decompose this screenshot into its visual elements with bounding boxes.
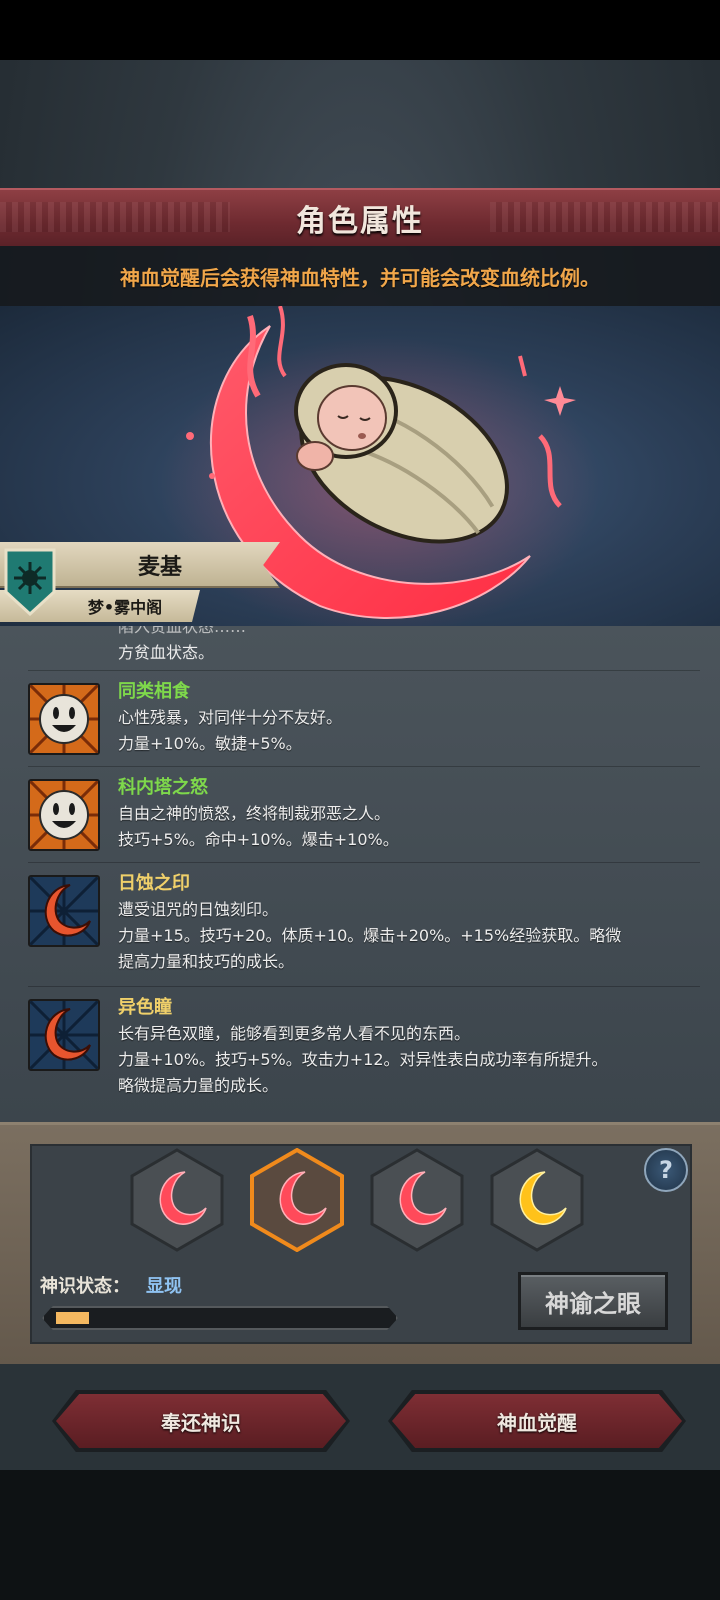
trait-item[interactable]: 同类相食 心性残暴，对同伴十分不友好。 力量+10%。敏捷+5%。 (28, 670, 700, 766)
trait-item[interactable]: 异色瞳 长有异色双瞳，能够看到更多常人看不见的东西。 力量+10%。技巧+5%。… (28, 986, 700, 1122)
divine-status-label: 神识状态： (40, 1276, 130, 1297)
trait-effect: 提高力量和技巧的成长。 (118, 952, 295, 971)
red-crescent-icon (28, 875, 100, 947)
trait-description: 长有异色双瞳，能够看到更多常人看不见的东西。 (118, 1024, 471, 1043)
trait-name: 科内塔之怒 (118, 777, 208, 798)
divine-progress-fill (56, 1312, 89, 1324)
red-crescent-rune-slot[interactable] (370, 1148, 464, 1252)
divine-progress-bar (42, 1306, 398, 1330)
faction-emblem-icon (4, 548, 56, 616)
oracle-eye-button[interactable]: 神谕之眼 (518, 1272, 668, 1330)
smiley-face-icon (28, 779, 100, 851)
divine-status-value: 显现 (146, 1276, 182, 1297)
red-crescent-rune-slot[interactable] (130, 1148, 224, 1252)
smiley-face-icon (28, 683, 100, 755)
trait-description: 心性残暴，对同伴十分不友好。 (118, 708, 343, 727)
notice-text: 神血觉醒后会获得神血特性，并可能会改变血统比例。 (120, 265, 600, 290)
trait-effect: 力量+10%。技巧+5%。攻击力+12。对异性表白成功率有所提升。 (118, 1050, 608, 1069)
trait-name: 日蚀之印 (118, 873, 190, 894)
trait-partial-line: 方贫血状态。 (118, 643, 215, 662)
trait-list[interactable]: 陷入贫血状态…… 方贫血状态。 同类相食 心性残暴，对同伴十分不友好。 力量+1… (0, 626, 720, 1122)
page-title: 角色属性 (296, 204, 424, 239)
trait-effect: 力量+15。技巧+20。体质+10。爆击+20%。+15%经验获取。略微 (118, 926, 622, 945)
red-crescent-rune-slot-selected[interactable] (250, 1148, 344, 1252)
trait-description: 自由之神的愤怒，终将制裁邪恶之人。 (118, 804, 391, 823)
trait-effect: 力量+10%。敏捷+5%。 (118, 734, 302, 753)
trait-name: 同类相食 (118, 681, 190, 702)
gold-crescent-rune-slot[interactable] (490, 1148, 584, 1252)
trait-effect: 略微提高力量的成长。 (118, 1076, 279, 1095)
trait-partial-cut-line: 陷入贫血状态…… (118, 626, 247, 636)
red-crescent-icon (28, 999, 100, 1071)
character-name: 麦基 (137, 555, 182, 580)
trait-item[interactable]: 日蚀之印 遭受诅咒的日蚀刻印。 力量+15。技巧+20。体质+10。爆击+20%… (28, 862, 700, 986)
trait-description: 遭受诅咒的日蚀刻印。 (118, 900, 279, 919)
trait-name: 异色瞳 (118, 997, 172, 1018)
notice-bar: 神血觉醒后会获得神血特性，并可能会改变血统比例。 (0, 246, 720, 306)
trait-effect: 技巧+5%。命中+10%。爆击+10%。 (118, 830, 399, 849)
character-faction: 梦•雾中阁 (87, 598, 163, 617)
header-banner: 角色属性 (0, 188, 720, 246)
trait-partial: 陷入贫血状态…… 方贫血状态。 (118, 626, 698, 666)
trait-item[interactable]: 科内塔之怒 自由之神的愤怒，终将制裁邪恶之人。 技巧+5%。命中+10%。爆击+… (28, 766, 700, 862)
return-divine-sense-button[interactable]: 奉还神识 (56, 1394, 346, 1448)
help-icon[interactable]: ? (644, 1148, 688, 1192)
bottom-area (0, 1470, 720, 1600)
divine-blood-awaken-button[interactable]: 神血觉醒 (392, 1394, 682, 1448)
status-bar (0, 0, 720, 60)
